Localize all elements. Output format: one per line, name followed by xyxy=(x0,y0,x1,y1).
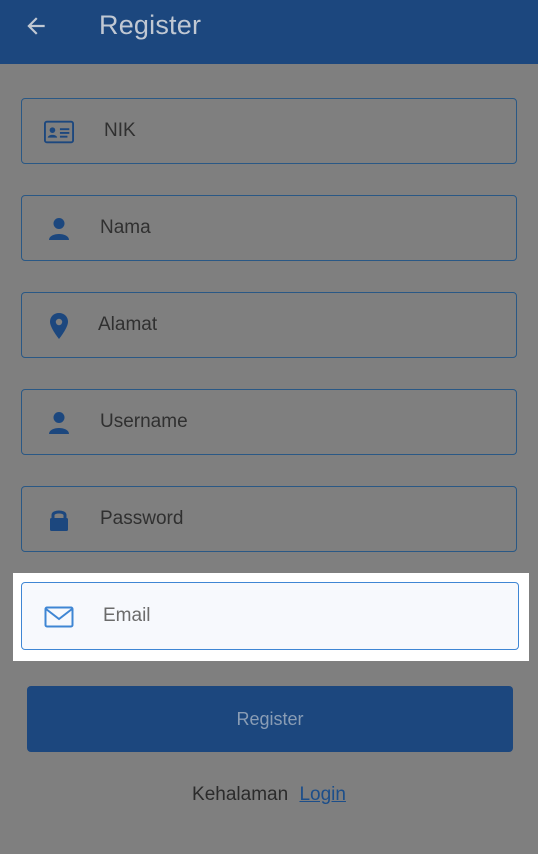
email-input[interactable] xyxy=(103,583,503,649)
nama-field[interactable] xyxy=(21,195,517,261)
username-input[interactable] xyxy=(100,390,500,454)
user-icon xyxy=(44,214,74,244)
app-bar: Register xyxy=(0,0,538,64)
map-pin-icon xyxy=(44,311,74,341)
id-card-icon xyxy=(44,117,74,147)
alamat-input[interactable] xyxy=(98,293,498,357)
login-prompt: Kehalaman Login xyxy=(0,784,538,806)
alamat-field[interactable] xyxy=(21,292,517,358)
register-button[interactable]: Register xyxy=(27,686,513,752)
arrow-left-icon xyxy=(27,17,45,35)
lock-icon xyxy=(44,505,74,535)
email-field[interactable] xyxy=(21,582,519,650)
login-link[interactable]: Login xyxy=(299,784,346,805)
login-prompt-text: Kehalaman xyxy=(192,784,289,805)
nama-input[interactable] xyxy=(100,196,500,260)
user-icon xyxy=(44,408,74,438)
password-input[interactable] xyxy=(100,487,500,551)
page-title: Register xyxy=(99,10,202,40)
username-field[interactable] xyxy=(21,389,517,455)
email-field-highlight xyxy=(13,573,529,661)
envelope-icon xyxy=(44,602,74,632)
back-button[interactable] xyxy=(18,8,54,44)
password-field[interactable] xyxy=(21,486,517,552)
nik-field[interactable] xyxy=(21,98,517,164)
nik-input[interactable] xyxy=(104,99,504,163)
